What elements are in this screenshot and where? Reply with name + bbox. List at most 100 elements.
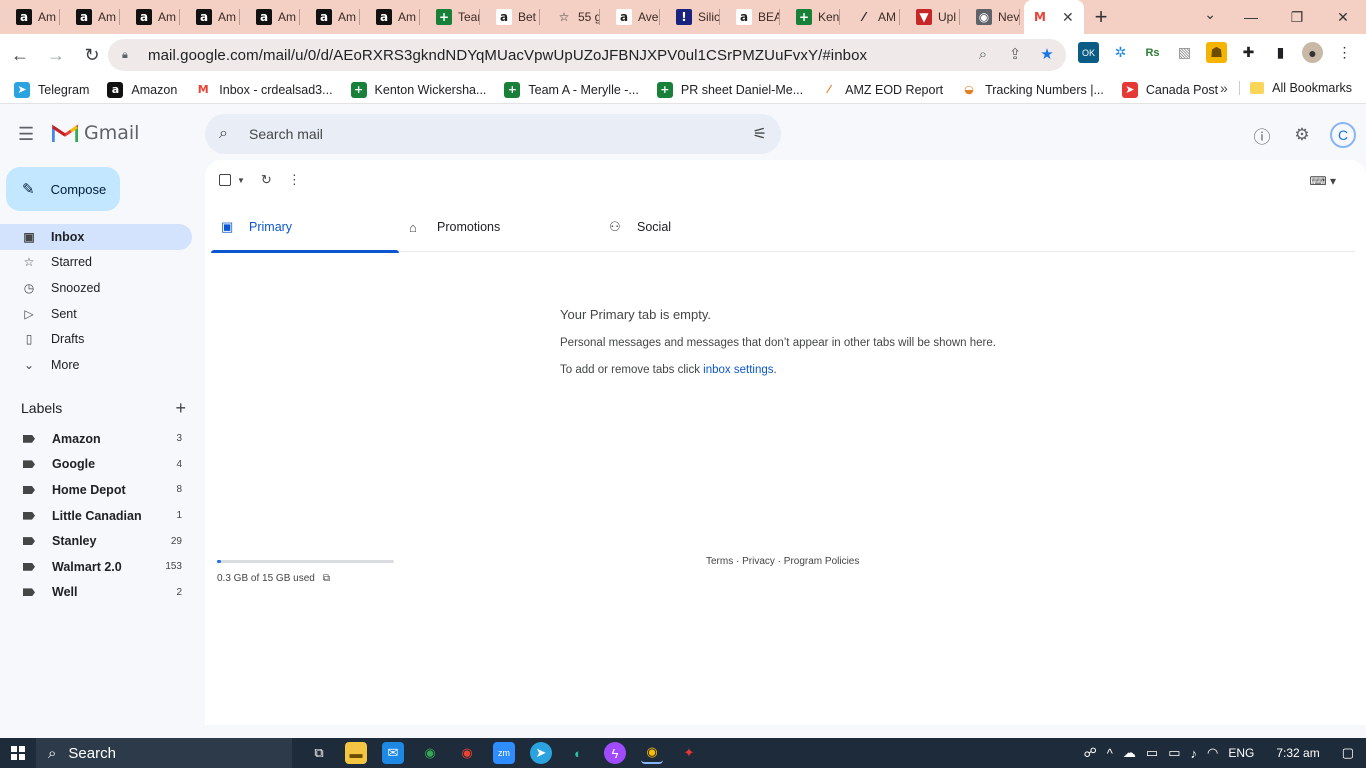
settings-gear-icon[interactable]: ⚙ — [1290, 123, 1314, 147]
app-pin-icon[interactable]: ✦ — [678, 742, 700, 764]
volume-icon[interactable]: ♪ — [1190, 746, 1197, 761]
browser-tab[interactable]: ◉ Nev — [960, 0, 1020, 34]
create-label-button[interactable]: + — [175, 398, 186, 419]
search-icon[interactable]: ⌕ — [219, 125, 237, 143]
clock[interactable]: 7:32 am — [1276, 746, 1319, 760]
sync-extension-icon[interactable]: ✲ — [1110, 42, 1131, 63]
label-item[interactable]: Stanley 29 — [0, 528, 205, 554]
wifi-icon[interactable]: ◠ — [1207, 745, 1218, 761]
label-item[interactable]: Walmart 2.0 153 — [0, 554, 205, 580]
open-external-icon[interactable]: ⧉ — [323, 573, 330, 584]
device-icon[interactable]: ▭ — [1146, 745, 1158, 761]
browser-tab[interactable]: ! Silic — [660, 0, 720, 34]
close-tab-icon[interactable]: ✕ — [1062, 9, 1074, 26]
tab-primary[interactable]: ▣ Primary — [211, 202, 399, 253]
tab-search-icon[interactable]: ⌄ — [1204, 6, 1216, 23]
file-explorer-icon[interactable]: ▬ — [345, 742, 367, 764]
input-tools-icon[interactable]: ⌨ ▾ — [1309, 174, 1336, 188]
nav-item-sent[interactable]: ▷ Sent — [0, 301, 192, 327]
nav-item-more[interactable]: ⌄ More — [0, 352, 192, 378]
image-extension-icon[interactable]: ▧ — [1174, 42, 1195, 63]
close-window-button[interactable]: ✕ — [1320, 0, 1366, 34]
gold-extension-icon[interactable]: ☗ — [1206, 42, 1227, 63]
forward-button[interactable]: → — [40, 39, 72, 71]
minimize-button[interactable]: — — [1228, 0, 1274, 34]
share-icon[interactable]: ⇪ — [1006, 45, 1024, 63]
edge-icon[interactable]: ◐ — [567, 742, 589, 764]
bookmark-item[interactable]: + Team A - Merylle -... — [504, 81, 639, 98]
show-hidden-icon[interactable]: ^ — [1107, 746, 1113, 761]
bookmark-star-icon[interactable]: ★ — [1038, 45, 1056, 63]
account-avatar[interactable]: C — [1330, 122, 1356, 148]
cloud-icon[interactable]: ☁ — [1123, 745, 1136, 761]
main-menu-icon[interactable]: ☰ — [18, 124, 38, 144]
task-view-icon[interactable]: ⧉ — [308, 742, 330, 764]
more-actions-icon[interactable]: ⋮ — [288, 172, 301, 188]
reload-button[interactable]: ↻ — [76, 39, 108, 71]
browser-menu-icon[interactable]: ⋮ — [1334, 42, 1355, 63]
compose-button[interactable]: ✎ Compose — [6, 167, 120, 211]
label-item[interactable]: Amazon 3 — [0, 426, 205, 452]
browser-tab-active[interactable]: M ✕ — [1024, 0, 1084, 34]
all-bookmarks-button[interactable]: All Bookmarks — [1239, 81, 1352, 95]
browser-tab[interactable]: a Am — [300, 0, 360, 34]
nav-item-snoozed[interactable]: ◷ Snoozed — [0, 275, 192, 301]
puzzle-extensions-icon[interactable]: ✚ — [1238, 42, 1259, 63]
gmail-logo[interactable]: Gmail — [52, 122, 139, 144]
search-options-icon[interactable]: ⚟ — [753, 124, 767, 144]
select-checkbox[interactable]: ▼ — [219, 174, 245, 186]
browser-tab[interactable]: a BEA — [720, 0, 780, 34]
browser-tab[interactable]: a Am — [360, 0, 420, 34]
zoom-icon[interactable]: ⌕ — [974, 45, 992, 63]
bookmark-item[interactable]: ➤ Telegram — [14, 81, 89, 98]
footer-links[interactable]: Terms · Privacy · Program Policies — [706, 556, 859, 567]
bookmark-item[interactable]: M Inbox - crdealsad3... — [195, 81, 333, 98]
bookmark-item[interactable]: + PR sheet Daniel-Me... — [656, 81, 803, 98]
telegram-app-icon[interactable]: ➤ — [530, 742, 552, 764]
restore-button[interactable]: ❐ — [1274, 0, 1320, 34]
nav-item-inbox[interactable]: ▣ Inbox — [0, 224, 192, 250]
notifications-icon[interactable]: ▢ — [1342, 745, 1354, 761]
site-info-icon[interactable]: 🔒︎ — [122, 49, 136, 62]
zoom-app-icon[interactable]: zm — [493, 742, 515, 764]
label-item[interactable]: Well 2 — [0, 580, 205, 606]
profile-avatar-icon[interactable]: ● — [1302, 42, 1323, 63]
more-bookmarks-icon[interactable]: » — [1220, 80, 1228, 96]
messenger-icon[interactable]: ϟ — [604, 742, 626, 764]
bookmark-item[interactable]: ⁄ AMZ EOD Report — [821, 81, 943, 98]
nav-item-starred[interactable]: ☆ Starred — [0, 250, 192, 276]
browser-tab[interactable]: a Am — [180, 0, 240, 34]
mail-app-icon[interactable]: ✉ — [382, 742, 404, 764]
help-icon[interactable]: ⓘ — [1250, 123, 1274, 147]
tab-promotions[interactable]: ⌂ Promotions — [399, 202, 599, 252]
address-bar[interactable]: 🔒︎ mail.google.com/mail/u/0/d/AEoRXRS3gk… — [108, 39, 1066, 71]
browser-tab[interactable]: a Am — [0, 0, 60, 34]
bookmark-item[interactable]: a Amazon — [107, 81, 177, 98]
label-item[interactable]: Little Canadian 1 — [0, 503, 205, 529]
browser-tab[interactable]: + Tear — [420, 0, 480, 34]
back-button[interactable]: ← — [4, 39, 36, 71]
bookmark-item[interactable]: + Kenton Wickersha... — [350, 81, 486, 98]
language-indicator[interactable]: ENG — [1228, 746, 1254, 760]
chrome-active-icon[interactable]: ◉ — [641, 742, 663, 764]
tab-social[interactable]: ⚇ Social — [599, 202, 787, 252]
search-input[interactable] — [249, 126, 719, 142]
browser-tab[interactable]: a Bet — [480, 0, 540, 34]
rs-extension-icon[interactable]: Rs — [1142, 42, 1163, 63]
browser-tab[interactable]: a Am — [240, 0, 300, 34]
browser-tab[interactable]: + Ken — [780, 0, 840, 34]
start-button[interactable] — [0, 738, 36, 768]
battery-icon[interactable]: ▭ — [1168, 745, 1180, 761]
browser-tab[interactable]: ☆ 55 g — [540, 0, 600, 34]
inbox-settings-link[interactable]: inbox settings — [703, 364, 773, 376]
chrome-profile-icon[interactable]: ◉ — [456, 742, 478, 764]
side-panel-icon[interactable]: ▮ — [1270, 42, 1291, 63]
browser-tab[interactable]: ⁄ AM — [840, 0, 900, 34]
chrome-icon[interactable]: ◉ — [419, 742, 441, 764]
ok-extension-icon[interactable]: OK — [1078, 42, 1099, 63]
browser-tab[interactable]: ▼ Upl — [900, 0, 960, 34]
label-item[interactable]: Home Depot 8 — [0, 477, 205, 503]
bookmark-item[interactable]: ➤ Canada Post — [1121, 81, 1218, 98]
nav-item-drafts[interactable]: ▯ Drafts — [0, 326, 192, 352]
refresh-icon[interactable]: ↻ — [261, 172, 272, 188]
